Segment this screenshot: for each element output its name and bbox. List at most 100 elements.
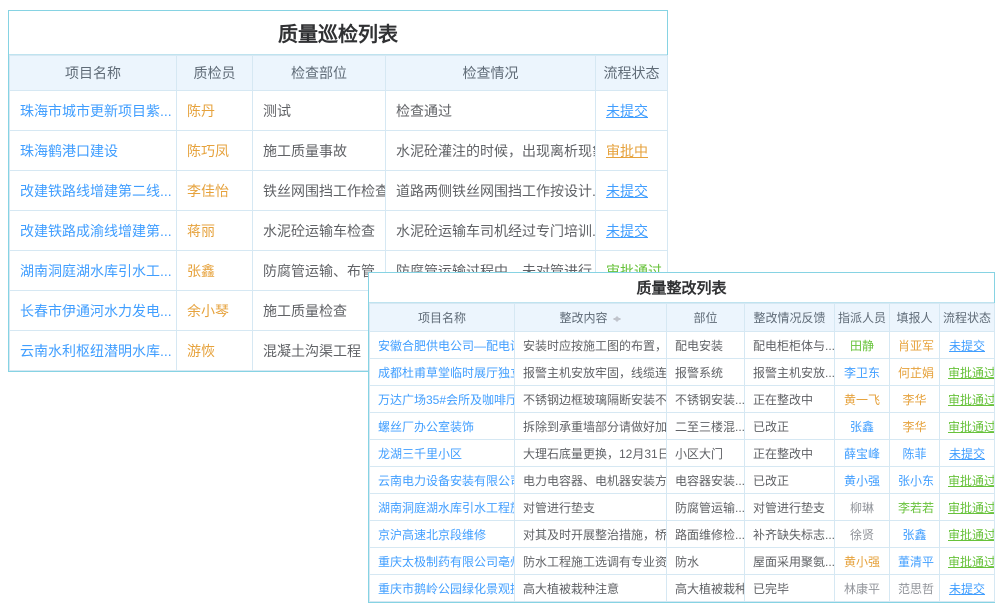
inspector-name-cell: 李佳怡 [177, 171, 253, 211]
process-status-link[interactable]: 审批通过 [948, 393, 995, 407]
process-status-link-cell: 未提交 [940, 575, 995, 602]
project-name-link[interactable]: 云南电力设备安装有限公司20... [378, 474, 515, 488]
column-header-assignee: 指派人员 [835, 304, 890, 332]
column-header-label: 整改情况反馈 [753, 311, 825, 325]
assignee-name-cell: 林康平 [835, 575, 890, 602]
sort-desc-icon[interactable] [613, 318, 621, 326]
rectify-feedback-cell: 配电柜柜体与... [745, 332, 835, 359]
process-status-link[interactable]: 审批通过 [948, 366, 995, 380]
reporter-name-cell: 肖亚军 [890, 332, 940, 359]
assignee-name: 李卫东 [844, 366, 880, 380]
project-name-link-cell: 珠海市城市更新项目紫... [10, 91, 177, 131]
process-status-link[interactable]: 审批中 [606, 143, 648, 159]
project-name-link[interactable]: 成都杜甫草堂临时展厅独立展... [378, 366, 515, 380]
assignee-name: 黄小强 [844, 474, 880, 488]
reporter-name-cell: 张鑫 [890, 521, 940, 548]
check-part-cell: 施工质量检查 [253, 291, 386, 331]
project-name-link[interactable]: 长春市伊通河水力发电... [20, 303, 172, 319]
project-name-link[interactable]: 改建铁路线增建第二线... [20, 183, 172, 199]
project-name-link[interactable]: 湖南洞庭湖水库引水工... [20, 263, 172, 279]
inspector-name: 李佳怡 [187, 183, 229, 199]
project-name-link-cell: 湖南洞庭湖水库引水工程施工标 [370, 494, 515, 521]
inspector-name-cell: 陈巧凤 [177, 131, 253, 171]
process-status-link[interactable]: 审批通过 [948, 474, 995, 488]
project-name-link-cell: 珠海鹤港口建设 [10, 131, 177, 171]
project-name-link[interactable]: 安徽合肥供电公司—配电设备... [378, 339, 515, 353]
rectify-feedback: 配电柜柜体与... [753, 339, 835, 353]
check-part: 混凝土沟渠工程 [263, 343, 361, 359]
project-name-link[interactable]: 万达广场35#会所及咖啡厅空... [378, 393, 515, 407]
inspector-name: 余小琴 [187, 303, 229, 319]
column-header-project: 项目名称 [370, 304, 515, 332]
project-name-link[interactable]: 云南水利枢纽潜明水库... [20, 343, 172, 359]
inspector-name-cell: 蒋丽 [177, 211, 253, 251]
assignee-name: 黄小强 [844, 555, 880, 569]
rectify-part-cell: 防腐管运输... [667, 494, 745, 521]
process-status-link[interactable]: 审批通过 [948, 501, 995, 515]
rectify-part: 二至三楼混... [675, 420, 745, 434]
process-status-link-cell: 审批中 [596, 131, 668, 171]
reporter-name-cell: 陈菲 [890, 440, 940, 467]
process-status-link[interactable]: 未提交 [606, 223, 648, 239]
rectify-part-cell: 报警系统 [667, 359, 745, 386]
check-situation: 水泥砼运输车司机经过专门培训... [396, 223, 596, 239]
rectification-header-row: 项目名称整改内容部位整改情况反馈指派人员填报人流程状态 [370, 304, 995, 332]
project-name-link[interactable]: 湖南洞庭湖水库引水工程施工标 [378, 501, 515, 515]
column-header-label: 项目名称 [65, 65, 121, 81]
table-row: 安徽合肥供电公司—配电设备...安装时应按施工图的布置，将...配电安装配电柜柜… [370, 332, 995, 359]
column-header-label: 项目名称 [418, 311, 466, 325]
process-status-link[interactable]: 未提交 [949, 447, 985, 461]
inspector-name-cell: 张鑫 [177, 251, 253, 291]
column-header-content[interactable]: 整改内容 [515, 304, 667, 332]
inspector-name: 游恢 [187, 343, 215, 359]
sort-icon[interactable] [612, 312, 622, 326]
reporter-name: 张鑫 [902, 528, 926, 542]
rectify-content-cell: 大理石底量更换，12月31日之... [515, 440, 667, 467]
process-status-link[interactable]: 未提交 [606, 103, 648, 119]
project-name-link-cell: 安徽合肥供电公司—配电设备... [370, 332, 515, 359]
project-name-link[interactable]: 珠海市城市更新项目紫... [20, 103, 172, 119]
rectify-part: 路面维修检... [675, 528, 745, 542]
project-name-link[interactable]: 螺丝厂办公室装饰 [378, 420, 474, 434]
project-name-link[interactable]: 京沪高速北京段维修 [378, 528, 486, 542]
check-part: 水泥砼运输车检查 [263, 223, 375, 239]
project-name-link[interactable]: 龙湖三千里小区 [378, 447, 462, 461]
rectify-content-cell: 对其及时开展整治措施，桥头... [515, 521, 667, 548]
assignee-name-cell: 田静 [835, 332, 890, 359]
rectify-feedback: 报警主机安放... [753, 366, 835, 380]
table-row: 云南电力设备安装有限公司20...电力电容器、电机器安装方案,...电容器安装.… [370, 467, 995, 494]
inspector-name: 蒋丽 [187, 223, 215, 239]
rectify-content-cell: 防水工程施工选调有专业资质... [515, 548, 667, 575]
project-name-link-cell: 湖南洞庭湖水库引水工... [10, 251, 177, 291]
rectify-feedback-cell: 补齐缺失标志... [745, 521, 835, 548]
check-part-cell: 防腐管运输、布管 [253, 251, 386, 291]
column-header-project: 项目名称 [10, 56, 177, 91]
project-name-link[interactable]: 重庆市鹅岭公园绿化景观提升... [378, 582, 515, 596]
process-status-link[interactable]: 审批通过 [948, 555, 995, 569]
check-situation-cell: 水泥砼运输车司机经过专门培训... [386, 211, 596, 251]
reporter-name: 李若若 [898, 501, 934, 515]
reporter-name: 陈菲 [902, 447, 926, 461]
rectify-part: 防水 [675, 555, 699, 569]
project-name-link[interactable]: 改建铁路成渝线增建第... [20, 223, 172, 239]
project-name-link-cell: 云南水利枢纽潜明水库... [10, 331, 177, 371]
inspector-name: 陈丹 [187, 103, 215, 119]
process-status-link[interactable]: 未提交 [949, 339, 985, 353]
process-status-link[interactable]: 审批通过 [948, 528, 995, 542]
reporter-name-cell: 李若若 [890, 494, 940, 521]
inspector-name-cell: 陈丹 [177, 91, 253, 131]
column-header-label: 流程状态 [604, 65, 660, 81]
project-name-link-cell: 重庆市鹅岭公园绿化景观提升... [370, 575, 515, 602]
process-status-link[interactable]: 审批通过 [948, 420, 995, 434]
assignee-name-cell: 柳琳 [835, 494, 890, 521]
process-status-link-cell: 审批通过 [940, 548, 995, 575]
project-name-link[interactable]: 珠海鹤港口建设 [20, 143, 118, 159]
rectify-feedback-cell: 报警主机安放... [745, 359, 835, 386]
process-status-link[interactable]: 未提交 [606, 183, 648, 199]
project-name-link[interactable]: 重庆太极制药有限公司亳州中... [378, 555, 515, 569]
project-name-link-cell: 改建铁路成渝线增建第... [10, 211, 177, 251]
rectify-content-cell: 不锈钢边框玻璃隔断安装不牢... [515, 386, 667, 413]
process-status-link[interactable]: 未提交 [949, 582, 985, 596]
check-part-cell: 施工质量事故 [253, 131, 386, 171]
check-part-cell: 水泥砼运输车检查 [253, 211, 386, 251]
